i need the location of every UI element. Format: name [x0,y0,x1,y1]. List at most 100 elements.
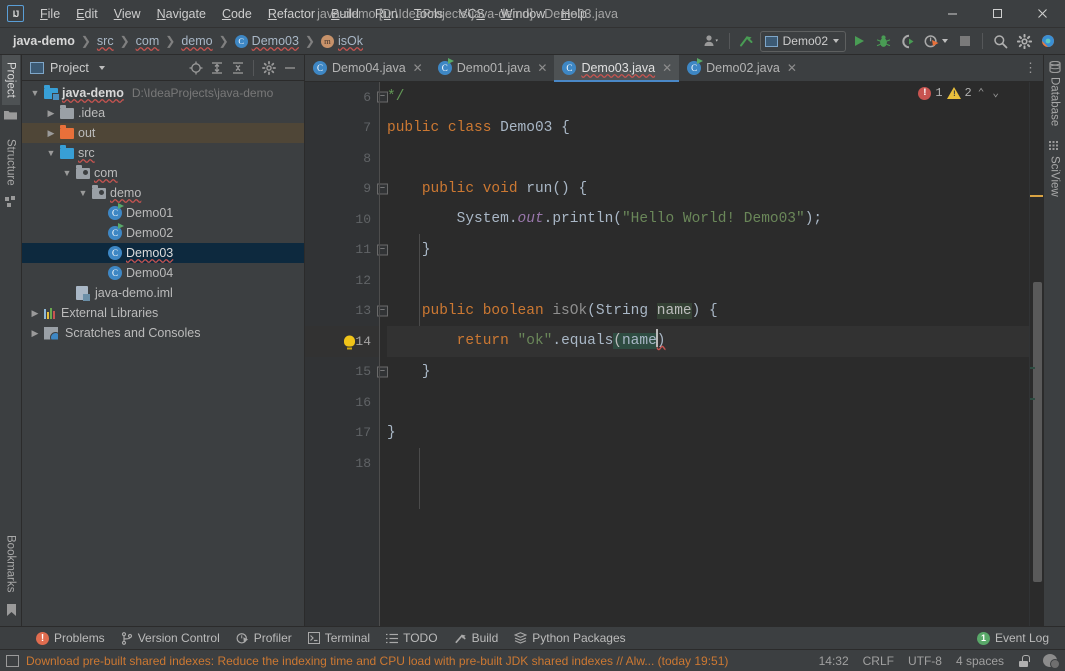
update-project-icon[interactable] [736,30,758,52]
tree-node-external-libraries[interactable]: ▶ External Libraries [22,303,304,323]
close-icon[interactable]: ✕ [537,61,547,75]
tab-demo04-java[interactable]: C Demo04.java ✕ [305,55,430,81]
menu-file[interactable]: File [32,3,68,25]
menu-code[interactable]: Code [214,3,260,25]
menu-window[interactable]: Window [493,3,553,25]
breadcrumb-item-demo[interactable]: demo [176,32,217,50]
rail-button-sciview[interactable]: SciView [1046,154,1064,204]
close-button[interactable] [1020,0,1065,28]
menu-navigate[interactable]: Navigate [149,3,214,25]
close-icon[interactable]: ✕ [413,61,423,75]
rail-button-database[interactable]: Database [1046,75,1064,133]
tree-node-iml[interactable]: java-demo.iml [22,283,304,303]
stop-icon[interactable] [954,30,976,52]
chevron-right-icon[interactable]: ▶ [46,108,56,118]
bottom-button-version-control[interactable]: Version Control [113,629,228,647]
run-icon[interactable] [848,30,870,52]
search-everywhere-icon[interactable] [989,30,1011,52]
chevron-right-icon[interactable]: ▶ [30,328,40,338]
menu-help[interactable]: Help [553,3,595,25]
bottom-button-build[interactable]: Build [446,629,507,647]
tree-node-demo01[interactable]: C Demo01 [22,203,304,223]
bottom-button-python-packages[interactable]: Python Packages [506,629,633,647]
rail-button-project[interactable]: Project [1,55,20,105]
ai-assistant-icon[interactable] [1037,30,1059,52]
code-text[interactable]: */ public class Demo03 { public void run… [379,82,1029,626]
next-problem-icon[interactable]: ⌄ [990,86,1001,100]
tree-node-demo[interactable]: ▼ demo [22,183,304,203]
tab-demo01-java[interactable]: C Demo01.java ✕ [430,55,555,81]
chevron-right-icon[interactable]: ▶ [30,308,40,318]
warning-stripe-marker[interactable] [1030,195,1043,197]
file-encoding[interactable]: UTF-8 [908,654,942,668]
tab-demo02-java[interactable]: C Demo02.java ✕ [679,55,804,81]
rail-button-bookmarks[interactable]: Bookmarks [2,528,20,600]
status-message[interactable]: Download pre-built shared indexes: Reduc… [6,654,728,668]
maximize-button[interactable] [975,0,1020,28]
tree-node-demo02[interactable]: C Demo02 [22,223,304,243]
inspection-widget[interactable]: ! 1 2 ⌃ ⌄ [918,86,1001,100]
profiler-chevron-down-icon[interactable] [942,39,948,43]
breadcrumb-item-project[interactable]: java-demo [8,32,80,50]
previous-problem-icon[interactable]: ⌃ [976,86,987,100]
chevron-down-icon[interactable]: ▼ [30,88,40,98]
inspection-profile-icon[interactable] [1043,654,1060,669]
run-configuration-selector[interactable]: Demo02 [759,30,846,52]
tree-node-idea[interactable]: ▶ .idea [22,103,304,123]
minimize-button[interactable] [930,0,975,28]
bottom-button-problems[interactable]: ! Problems [28,629,113,647]
menu-view[interactable]: View [106,3,149,25]
project-panel-title[interactable]: Project [30,61,105,75]
menu-run[interactable]: Run [367,3,406,25]
close-icon[interactable]: ✕ [787,61,797,75]
breadcrumb-item-class[interactable]: C Demo03 [230,32,304,50]
chevron-right-icon[interactable]: ▶ [46,128,56,138]
tree-node-demo04[interactable]: C Demo04 [22,263,304,283]
bottom-button-profiler[interactable]: Profiler [228,629,300,647]
line-separator[interactable]: CRLF [863,654,894,668]
select-opened-file-icon[interactable] [186,58,206,78]
breadcrumb-item-src[interactable]: src [92,32,119,50]
breadcrumb-item-com[interactable]: com [131,32,165,50]
options-gear-icon[interactable] [259,58,279,78]
tree-node-com[interactable]: ▼ com [22,163,304,183]
tab-demo03-java[interactable]: C Demo03.java ✕ [554,55,680,82]
usage-stripe-marker[interactable] [1030,398,1035,400]
editor-gutter[interactable]: 6 − 7 8 9 − 10 11 − 12 13 − 14 15 − 16 1… [305,82,388,626]
editor-scrollbar[interactable] [1029,82,1043,626]
expand-all-icon[interactable] [207,58,227,78]
chevron-down-icon[interactable]: ▼ [62,168,72,178]
caret-position[interactable]: 14:32 [819,654,849,668]
indent-setting[interactable]: 4 spaces [956,654,1004,668]
scrollbar-thumb[interactable] [1033,282,1042,582]
hide-panel-icon[interactable] [280,58,300,78]
tree-node-java-demo[interactable]: ▼ java-demo D:\IdeaProjects\java-demo [22,83,304,103]
menu-vcs[interactable]: VCS [451,3,493,25]
run-with-coverage-icon[interactable] [896,30,918,52]
menu-edit[interactable]: Edit [68,3,106,25]
menu-build[interactable]: Build [323,3,367,25]
debug-icon[interactable] [872,30,894,52]
tree-node-demo03[interactable]: C Demo03 [22,243,304,263]
chevron-down-icon[interactable]: ▼ [78,188,88,198]
bottom-button-event-log[interactable]: 1 Event Log [969,629,1057,647]
user-account-icon[interactable] [701,30,723,52]
menu-refactor[interactable]: Refactor [260,3,323,25]
bottom-button-terminal[interactable]: Terminal [300,629,378,647]
collapse-all-icon[interactable] [228,58,248,78]
intention-bulb-icon[interactable] [344,335,355,350]
profiler-icon[interactable] [920,30,942,52]
tree-node-out[interactable]: ▶ out [22,123,304,143]
rail-button-structure[interactable]: Structure [2,132,20,193]
close-icon[interactable]: ✕ [662,61,672,75]
breadcrumb-item-method[interactable]: m isOk [316,32,368,50]
usage-stripe-marker[interactable] [1030,367,1035,369]
menu-tools[interactable]: Tools [406,3,451,25]
tree-node-src[interactable]: ▼ src [22,143,304,163]
tree-node-scratches[interactable]: ▶ Scratches and Consoles [22,323,304,343]
tab-list-icon[interactable]: ⋮ [1024,61,1037,74]
settings-gear-icon[interactable] [1013,30,1035,52]
chevron-down-icon[interactable]: ▼ [46,148,56,158]
intellij-logo-icon[interactable]: IJ [7,5,24,22]
read-only-lock-icon[interactable] [1018,654,1030,667]
